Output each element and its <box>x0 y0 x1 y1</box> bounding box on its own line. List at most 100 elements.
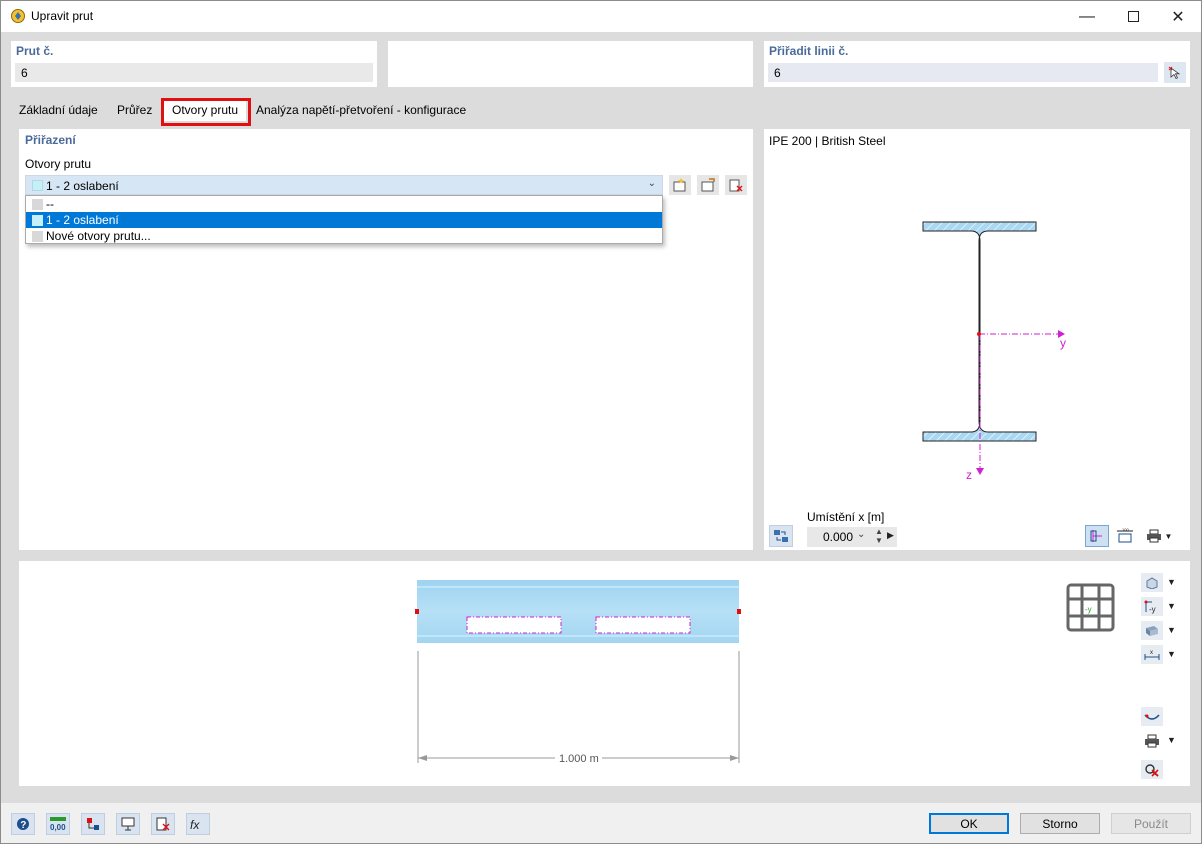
dimension-arrow <box>730 755 739 761</box>
caret-down-icon[interactable]: ▼ <box>1167 649 1176 659</box>
tab-stress-strain-config[interactable]: Analýza napětí-přetvoření - konfigurace <box>248 100 475 121</box>
pick-line-button[interactable] <box>1164 62 1186 83</box>
option-label: Nové otvory prutu... <box>46 229 151 243</box>
position-label: Umístění x [m] <box>807 510 885 524</box>
delete-item-icon <box>729 179 743 192</box>
member-no-field[interactable]: 6 <box>15 63 373 82</box>
render-mode-button[interactable] <box>1141 621 1163 640</box>
units-button[interactable]: 0,00 <box>46 813 70 835</box>
maximize-button[interactable] <box>1110 1 1156 32</box>
axis-z-label: z <box>966 468 972 482</box>
edit-item-icon <box>701 178 715 192</box>
formula-button[interactable]: fx <box>186 813 210 835</box>
option-label: 1 - 2 oslabení <box>46 213 119 227</box>
assign-line-label: Přiřadit linii č. <box>769 44 849 58</box>
chevron-down-icon[interactable]: ⌄ <box>648 178 656 189</box>
minimize-button[interactable]: — <box>1064 1 1110 32</box>
svg-text:x: x <box>1150 650 1153 656</box>
maximize-icon <box>1127 11 1139 22</box>
tab-basic[interactable]: Základní údaje <box>11 100 106 121</box>
tab-section[interactable]: Průřez <box>109 100 161 121</box>
z-axis-arrow <box>976 468 984 475</box>
member-end-node[interactable] <box>737 609 741 614</box>
svg-text:fx: fx <box>190 818 200 832</box>
dropdown-option-none[interactable]: -- <box>26 196 662 212</box>
close-button[interactable]: ✕ <box>1155 1 1201 32</box>
title-bar: Upravit prut — ✕ <box>1 1 1201 32</box>
edit-opening-button[interactable] <box>697 175 719 195</box>
axes-toggle-button[interactable] <box>1085 525 1109 547</box>
member-openings-combobox[interactable]: 1 - 2 oslabení ⌄ <box>25 175 663 195</box>
new-opening-button[interactable] <box>669 175 691 195</box>
axes-icon <box>1090 530 1102 542</box>
svg-text:?: ? <box>20 820 26 831</box>
nav-axis-label: -y <box>1085 605 1092 614</box>
assign-line-field[interactable]: 6 <box>768 63 1158 82</box>
member-openings-dropdown: -- 1 - 2 oslabení Nové otvory prutu... <box>25 195 663 244</box>
dimension-settings-button[interactable]: x <box>1141 645 1163 664</box>
color-swatch <box>32 215 43 226</box>
delete-opening-button[interactable] <box>725 175 747 195</box>
dimensions-button[interactable]: 100 <box>1113 525 1137 547</box>
caret-down-icon[interactable]: ▼ <box>1167 625 1176 635</box>
view-axis-button[interactable]: -y <box>1141 597 1163 616</box>
opening-1[interactable] <box>466 616 562 634</box>
caret-down-icon[interactable]: ▼ <box>1167 577 1176 587</box>
position-input[interactable]: 0.000 ⌄ ▲ ▼ ▶ <box>807 527 897 547</box>
assign-line-panel: Přiřadit linii č. 6 <box>764 41 1190 87</box>
dimension-x-icon: x <box>1144 650 1160 660</box>
dropdown-option-selected[interactable]: 1 - 2 oslabení <box>26 212 662 228</box>
spin-updown-icon[interactable]: ▲ ▼ <box>875 527 883 545</box>
apply-button[interactable]: Použít <box>1111 813 1191 834</box>
reset-view-button[interactable] <box>1141 760 1163 779</box>
dimension-arrow <box>418 755 427 761</box>
member-openings-label: Otvory prutu <box>25 157 92 171</box>
svg-text:100: 100 <box>1122 528 1129 532</box>
cancel-button[interactable]: Storno <box>1020 813 1100 834</box>
chevron-down-icon[interactable]: ⌄ <box>857 529 865 540</box>
position-value: 0.000 <box>823 530 854 544</box>
caret-down-icon[interactable]: ▼ <box>1167 601 1176 611</box>
section-preview-panel: IPE 200 | British Steel y z Umístění x [… <box>764 129 1190 550</box>
deformation-button[interactable] <box>1141 707 1163 726</box>
opening-2[interactable] <box>595 616 691 634</box>
dropdown-option-new[interactable]: Nové otvory prutu... <box>26 228 662 244</box>
step-next-icon[interactable]: ▶ <box>887 530 894 541</box>
dialog-window: Upravit prut — ✕ Prut č. 6 Přiřadit lini… <box>0 0 1202 844</box>
zoom-reset-icon <box>1145 763 1159 777</box>
member-start-node[interactable] <box>415 609 419 614</box>
close-icon: ✕ <box>1171 8 1185 26</box>
axis-y-icon: -y <box>1144 600 1156 614</box>
view-settings-button[interactable] <box>116 813 140 835</box>
pick-cursor-icon <box>1168 66 1181 79</box>
display-icon <box>121 817 135 831</box>
print-view-button[interactable] <box>1141 731 1163 750</box>
caret-down-icon: ▼ <box>1164 531 1173 541</box>
section-view-icon <box>774 530 788 542</box>
new-item-icon <box>673 178 686 192</box>
assignment-heading: Přiřazení <box>25 133 76 147</box>
centroid-point <box>977 332 981 336</box>
cube-icon <box>1146 576 1158 589</box>
section-view-button[interactable] <box>769 525 793 547</box>
blank-panel <box>388 41 753 87</box>
app-icon <box>11 9 25 23</box>
decimal-icon: 0,00 <box>50 817 66 832</box>
caret-down-icon[interactable]: ▼ <box>1167 735 1176 745</box>
dimension-label: 1.000 m <box>559 753 599 765</box>
delete-document-icon <box>156 817 170 831</box>
window-title: Upravit prut <box>31 9 94 23</box>
combobox-value: 1 - 2 oslabení <box>46 179 119 193</box>
ok-button[interactable]: OK <box>929 813 1009 834</box>
view-3d-button[interactable] <box>1141 573 1163 592</box>
object-info-button[interactable] <box>81 813 105 835</box>
minimize-icon: — <box>1079 7 1095 25</box>
view-navigator-cube[interactable]: -y <box>1066 583 1115 632</box>
help-button[interactable]: ? <box>11 813 35 835</box>
member-drawing: 1.000 m -y <box>415 580 1115 765</box>
ipe-section-drawing: y z <box>922 221 1066 482</box>
member-no-label: Prut č. <box>16 44 54 58</box>
render-icon <box>1146 625 1158 636</box>
delete-settings-button[interactable] <box>151 813 175 835</box>
print-section-button[interactable]: ▼ <box>1141 525 1177 547</box>
